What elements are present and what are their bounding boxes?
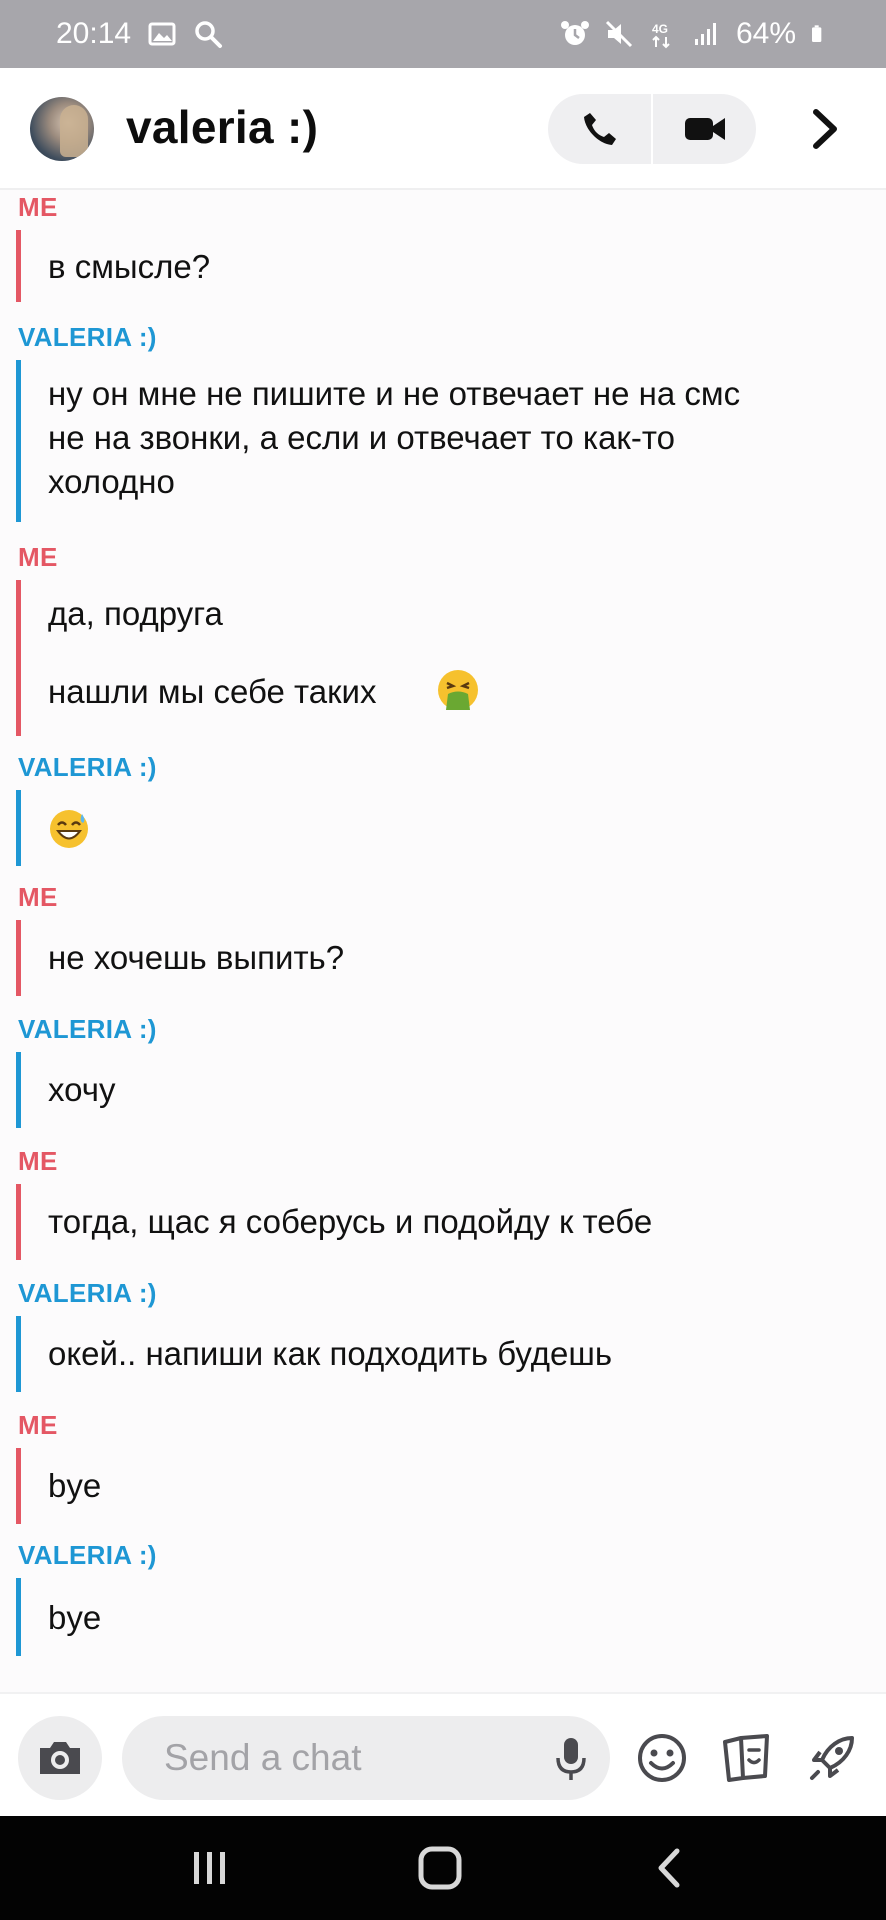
status-left: 20:14: [56, 17, 223, 51]
home-icon: [418, 1846, 462, 1890]
message-text[interactable]: да, подруга: [48, 592, 868, 636]
sender-label: VALERIA :): [18, 322, 157, 352]
camera-button[interactable]: [18, 1716, 102, 1800]
games-button[interactable]: [804, 1730, 860, 1786]
home-button[interactable]: [410, 1842, 470, 1894]
back-icon: [658, 1848, 680, 1888]
sender-label: ME: [18, 1410, 58, 1440]
back-button[interactable]: [640, 1842, 700, 1894]
recents-button[interactable]: [180, 1842, 240, 1894]
sender-label: ME: [18, 882, 58, 912]
call-buttons: [548, 94, 756, 164]
mute-icon: [605, 20, 633, 48]
sender-label: VALERIA :): [18, 1278, 157, 1308]
network-4g-icon: 4G: [652, 22, 670, 49]
status-time: 20:14: [56, 17, 132, 50]
message-text[interactable]: ну он мне не пишите и не отвечает не на …: [48, 372, 868, 416]
chat-header: valeria :): [0, 68, 886, 190]
stickers-button[interactable]: [718, 1730, 774, 1786]
gallery-icon: [148, 22, 176, 46]
microphone-button[interactable]: [554, 1736, 594, 1782]
message-bar: [16, 1578, 21, 1656]
message-text[interactable]: хочу: [48, 1068, 868, 1112]
message-text[interactable]: bye: [48, 1464, 868, 1508]
vomiting-face-emoji: [438, 670, 478, 710]
alarm-icon: [560, 21, 589, 45]
message-text[interactable]: тогда, щас я соберусь и подойду к тебе: [48, 1200, 868, 1244]
message-bar: [16, 920, 21, 996]
avatar[interactable]: [30, 97, 94, 161]
phone-icon: [583, 113, 616, 145]
message-bar: [16, 790, 21, 866]
message-text[interactable]: нашли мы себе таких: [48, 670, 377, 714]
signal-icon: [694, 23, 716, 45]
emoji-button[interactable]: [634, 1730, 690, 1786]
message-text[interactable]: в смысле?: [48, 245, 868, 289]
composer-bar: [0, 1692, 886, 1816]
sender-label: ME: [18, 542, 58, 572]
sender-label: VALERIA :): [18, 752, 157, 782]
voice-call-button[interactable]: [548, 94, 651, 164]
chat-input[interactable]: [122, 1716, 610, 1800]
message-bar: [16, 580, 21, 736]
message-text[interactable]: не хочешь выпить?: [48, 936, 868, 980]
message-bar: [16, 1052, 21, 1128]
battery-percent: 64%: [735, 17, 796, 50]
stickers-icon: [723, 1734, 769, 1782]
message-text[interactable]: не на звонки, а если и отвечает то как-т…: [48, 416, 868, 460]
sender-label: VALERIA :): [18, 1014, 157, 1044]
message-bar: [16, 230, 21, 302]
recents-icon: [194, 1852, 225, 1884]
status-bar: 20:14 4G 64%: [0, 0, 886, 68]
message-bar: [16, 1448, 21, 1524]
message-text[interactable]: окей.. напиши как подходить будешь: [48, 1332, 868, 1376]
message-bar: [16, 360, 21, 522]
video-call-button[interactable]: [653, 94, 756, 164]
svg-text:4G: 4G: [652, 22, 668, 36]
status-right: 4G 64%: [560, 17, 830, 51]
rocket-icon: [810, 1736, 854, 1780]
sender-label: ME: [18, 192, 58, 222]
message-bar: [16, 1184, 21, 1260]
battery-icon: [812, 25, 822, 42]
video-camera-icon: [684, 118, 725, 140]
more-button[interactable]: [800, 100, 850, 158]
sender-label: VALERIA :): [18, 1540, 157, 1570]
message-bar: [16, 1316, 21, 1392]
contact-name[interactable]: valeria :): [126, 100, 318, 154]
avatar-image: [60, 105, 88, 157]
message-text[interactable]: холодно: [48, 460, 868, 504]
sender-label: ME: [18, 1146, 58, 1176]
camera-icon: [40, 1742, 80, 1774]
smiley-icon: [638, 1734, 686, 1782]
search-icon: [195, 21, 223, 48]
chevron-right-icon: [813, 109, 837, 149]
system-nav-bar: [0, 1816, 886, 1920]
message-text[interactable]: bye: [48, 1596, 868, 1640]
grinning-sweat-emoji[interactable]: [48, 808, 90, 850]
microphone-icon: [556, 1738, 586, 1780]
